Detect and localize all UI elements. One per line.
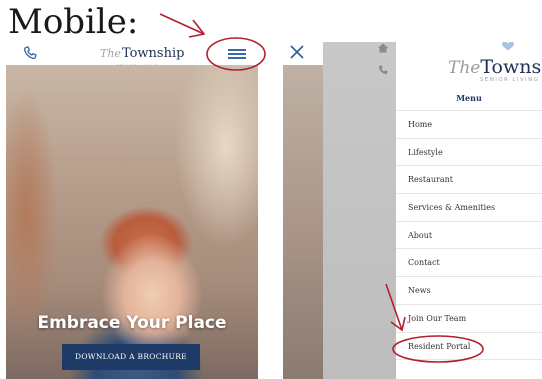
logo-name: Townsh [480,56,542,78]
menu-item-news[interactable]: News [396,277,542,305]
menu-item-join-our-team[interactable]: Join Our Team [396,305,542,333]
menu-list: Home Lifestyle Restaurant Services & Ame… [396,110,542,361]
menu-item-lifestyle[interactable]: Lifestyle [396,139,542,167]
heart-logo-icon [502,42,514,51]
menu-item-about[interactable]: About [396,222,542,250]
logo-the: The [448,58,481,78]
hero-image-strip [283,65,323,379]
close-icon[interactable] [287,42,307,62]
annotation-arrow [159,13,205,35]
menu-item-home[interactable]: Home [396,111,542,139]
township-logo[interactable]: TheTownsh [448,56,542,78]
home-icon[interactable] [377,42,389,54]
mobile-homepage-screen: TheTownship SENIOR LIVING Embrace Your P… [6,42,258,379]
hamburger-line [228,49,246,51]
menu-item-services-amenities[interactable]: Services & Amenities [396,194,542,222]
hamburger-line [228,57,246,59]
hero-title: Embrace Your Place [37,313,227,333]
mobile-menu-screen: TheTownsh SENIOR LIVING Menu Home Lifest… [283,42,542,379]
menu-title: Menu [456,93,482,103]
hamburger-line [228,53,246,55]
logo-subtitle: SENIOR LIVING [480,77,540,83]
overlay-gray [323,42,396,379]
phone-icon[interactable] [377,64,389,76]
download-brochure-button[interactable]: DOWNLOAD A BROCHURE [62,344,200,370]
hamburger-menu-button[interactable] [226,45,248,63]
mobile-header: TheTownship SENIOR LIVING [6,42,258,69]
menu-item-contact[interactable]: Contact [396,249,542,278]
township-logo[interactable]: TheTownship SENIOR LIVING [100,45,184,69]
annotation-heading: Mobile: [8,2,139,42]
phone-icon[interactable] [22,45,38,61]
menu-item-restaurant[interactable]: Restaurant [396,166,542,195]
annotation-arrowhead [188,19,206,38]
menu-item-resident-portal[interactable]: Resident Portal [396,333,542,361]
